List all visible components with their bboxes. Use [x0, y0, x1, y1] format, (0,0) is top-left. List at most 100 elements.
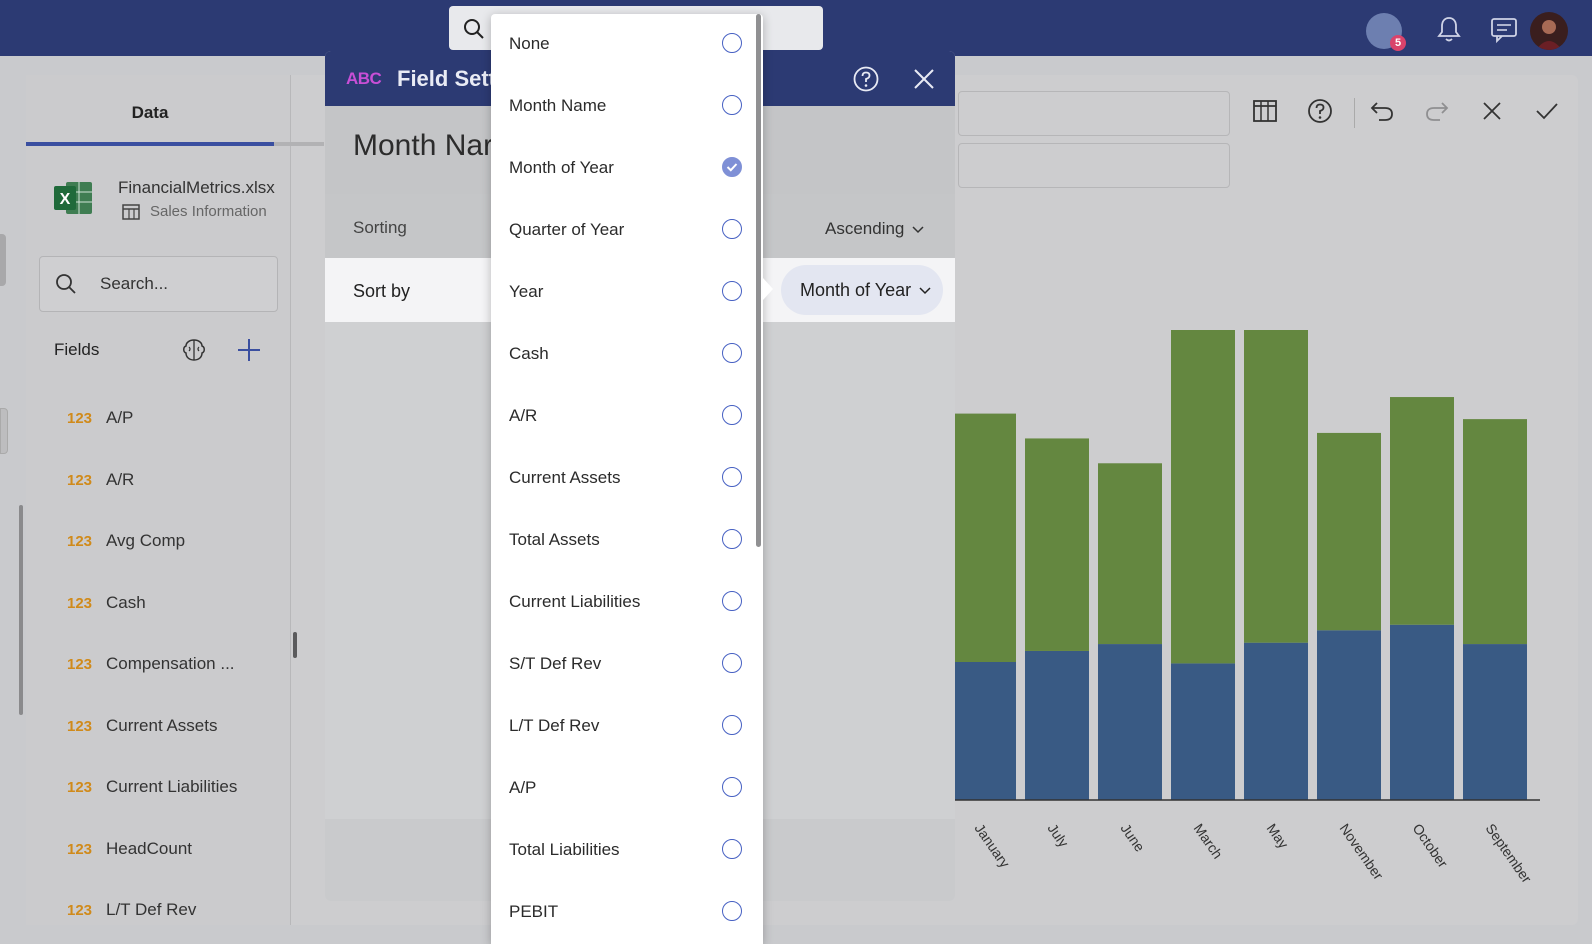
undo-icon[interactable] [1368, 97, 1396, 125]
sort-by-select[interactable]: Month of Year [781, 265, 943, 315]
sort-by-options-dropdown: None Month Name Month of Year Quarter of… [491, 14, 763, 944]
bar-segment[interactable] [1244, 330, 1308, 643]
radio-button[interactable] [722, 591, 742, 611]
redo-icon[interactable] [1423, 97, 1451, 125]
radio-button-checked[interactable] [722, 157, 742, 177]
fields-search-input[interactable]: Search... [39, 256, 278, 312]
add-field-plus-icon[interactable] [236, 337, 262, 363]
bar-segment[interactable] [1317, 432, 1381, 631]
chevron-down-icon [919, 287, 931, 295]
fields-scrollbar[interactable] [19, 505, 23, 715]
help-icon[interactable] [852, 65, 880, 93]
data-source-sheet-name: Sales Information [150, 203, 267, 220]
dropdown-scrollbar[interactable] [756, 14, 761, 547]
radio-button[interactable] [722, 33, 742, 53]
svg-text:X: X [60, 191, 71, 208]
radio-button[interactable] [722, 715, 742, 735]
option-ap[interactable]: A/P [491, 758, 753, 820]
option-month-of-year[interactable]: Month of Year [491, 138, 753, 200]
bar-segment[interactable] [1098, 644, 1162, 800]
profile-photo-icon [1536, 20, 1562, 50]
help-icon[interactable] [1306, 97, 1334, 125]
field-item[interactable]: 123 A/P [54, 405, 274, 435]
numeric-type-icon: 123 [67, 718, 93, 735]
brain-icon[interactable] [181, 337, 207, 363]
radio-button[interactable] [722, 219, 742, 239]
bar-segment[interactable] [1098, 463, 1162, 645]
radio-button[interactable] [722, 653, 742, 673]
field-item[interactable]: 123 Avg Comp [54, 528, 274, 558]
option-quarter-of-year[interactable]: Quarter of Year [491, 200, 753, 262]
option-cash[interactable]: Cash [491, 324, 753, 386]
field-item[interactable]: 123 Current Liabilities [54, 774, 274, 804]
bar-segment[interactable] [1463, 419, 1527, 645]
chart-bars [952, 330, 1527, 800]
bar-segment[interactable] [1463, 644, 1527, 800]
side-handle[interactable] [0, 234, 6, 286]
fields-heading: Fields [54, 340, 100, 359]
checkmark-icon[interactable] [1533, 97, 1561, 125]
grid-view-icon[interactable] [1251, 97, 1279, 125]
sorting-direction-select[interactable]: Ascending [825, 219, 924, 239]
bell-icon[interactable] [1432, 12, 1466, 46]
radio-button[interactable] [722, 901, 742, 921]
option-current-assets[interactable]: Current Assets [491, 448, 753, 510]
field-item[interactable]: 123 Compensation ... [54, 651, 274, 681]
bar-segment[interactable] [1390, 397, 1454, 625]
radio-button[interactable] [722, 281, 742, 301]
bar-segment[interactable] [1171, 663, 1235, 800]
messages-icon[interactable] [1487, 12, 1521, 46]
option-total-assets[interactable]: Total Assets [491, 510, 753, 572]
bar-segment[interactable] [1317, 630, 1381, 800]
radio-button[interactable] [722, 405, 742, 425]
bar-segment[interactable] [1171, 330, 1235, 664]
user-avatar[interactable]: 5 [1366, 13, 1406, 51]
close-icon[interactable] [911, 66, 937, 92]
numeric-type-icon: 123 [67, 656, 93, 673]
radio-button[interactable] [722, 95, 742, 115]
side-handle[interactable] [0, 408, 8, 454]
option-label: A/R [509, 406, 538, 425]
radio-button[interactable] [722, 839, 742, 859]
bar-segment[interactable] [1390, 624, 1454, 800]
option-ar[interactable]: A/R [491, 386, 753, 448]
profile-avatar[interactable] [1530, 12, 1568, 50]
option-label: Total Assets [509, 530, 600, 549]
bar-segment[interactable] [1025, 438, 1089, 651]
radio-button[interactable] [722, 343, 742, 363]
bar-segment[interactable] [952, 662, 1016, 800]
field-item[interactable]: 123 L/T Def Rev [54, 897, 274, 927]
option-st-def-rev[interactable]: S/T Def Rev [491, 634, 753, 696]
option-label: Current Assets [509, 468, 621, 487]
close-icon[interactable] [1478, 97, 1506, 125]
settings-field-box[interactable] [958, 91, 1230, 136]
radio-button[interactable] [722, 529, 742, 549]
option-current-liabilities[interactable]: Current Liabilities [491, 572, 753, 634]
radio-button[interactable] [722, 777, 742, 797]
option-label: L/T Def Rev [509, 716, 600, 735]
data-source-file-name: FinancialMetrics.xlsx [118, 178, 275, 197]
settings-field-box[interactable] [958, 143, 1230, 188]
panel-resize-handle[interactable] [293, 632, 297, 658]
field-item[interactable]: 123 A/R [54, 467, 274, 497]
numeric-type-icon: 123 [67, 533, 93, 550]
field-item[interactable]: 123 Cash [54, 590, 274, 620]
field-item[interactable]: 123 Current Assets [54, 713, 274, 743]
text-type-badge: ABC [346, 69, 382, 88]
option-year[interactable]: Year [491, 262, 753, 324]
option-total-liabilities[interactable]: Total Liabilities [491, 820, 753, 882]
option-none[interactable]: None [491, 14, 753, 76]
tab-data[interactable]: Data [26, 75, 274, 145]
bar-segment[interactable] [952, 413, 1016, 662]
option-month-name[interactable]: Month Name [491, 76, 753, 138]
field-item[interactable]: 123 HeadCount [54, 836, 274, 866]
sort-by-value: Month of Year [800, 280, 912, 300]
bar-segment[interactable] [1025, 650, 1089, 800]
radio-button[interactable] [722, 467, 742, 487]
excel-file-icon: X [54, 182, 92, 214]
option-lt-def-rev[interactable]: L/T Def Rev [491, 696, 753, 758]
bar-segment[interactable] [1244, 642, 1308, 800]
fields-search-placeholder: Search... [100, 274, 169, 293]
option-pebit[interactable]: PEBIT [491, 882, 753, 944]
x-axis-labels: January July June March May November October Se… [972, 821, 1536, 887]
